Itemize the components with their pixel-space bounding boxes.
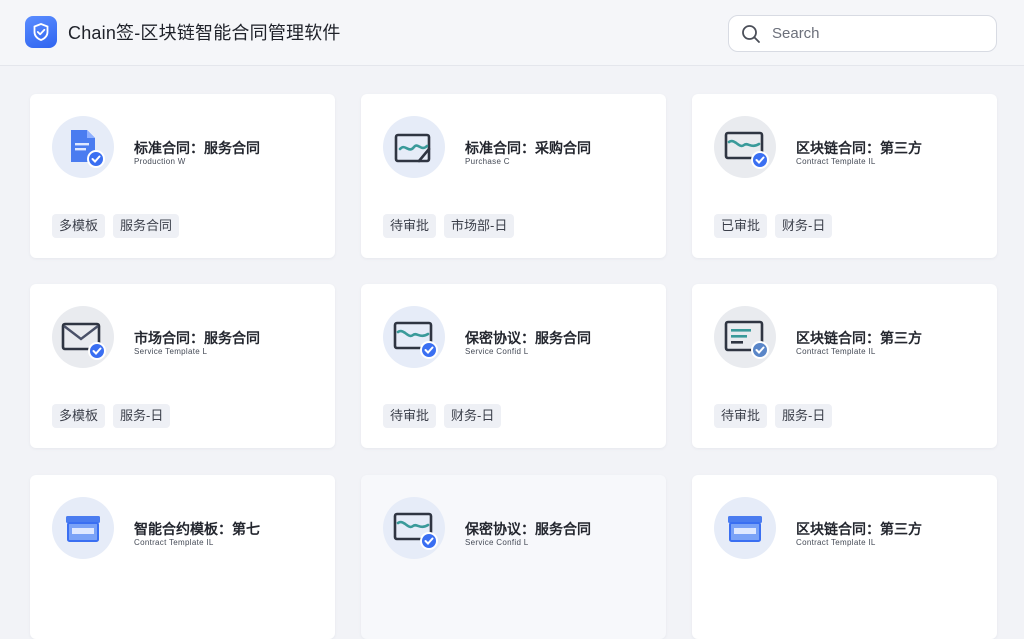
card-title: 标准合同：服务合同: [134, 140, 260, 156]
contract-signature-icon: [383, 116, 445, 178]
card-subtitle: Contract Template IL: [796, 347, 876, 356]
card-tag[interactable]: 服务-日: [775, 404, 833, 428]
card-subtitle: Service Confid L: [465, 538, 529, 547]
card-tags: 待审批 财务-日: [383, 404, 502, 428]
app-title: Chain签-区块链智能合同管理软件: [68, 23, 341, 43]
card-title: 智能合约模板：第七: [134, 521, 260, 537]
contract-card[interactable]: 区块链合同：第三方 Contract Template IL: [692, 475, 997, 639]
card-subtitle: Service Template L: [134, 347, 208, 356]
contract-card[interactable]: 保密协议：服务合同 Service Confid L: [361, 475, 666, 639]
card-title: 区块链合同：第三方: [796, 140, 922, 156]
app-header: Chain签-区块链智能合同管理软件: [0, 0, 1024, 66]
contract-card[interactable]: 区块链合同：第三方 Contract Template IL 待审批 服务-日: [692, 284, 997, 448]
contract-verified-icon: [383, 497, 445, 559]
card-tags: 多模板 服务-日: [52, 404, 171, 428]
card-title: 区块链合同：第三方: [796, 330, 922, 346]
card-tag[interactable]: 多模板: [52, 214, 106, 238]
contract-card[interactable]: 标准合同：采购合同 Purchase C 待审批 市场部-日: [361, 94, 666, 258]
card-tag[interactable]: 财务-日: [775, 214, 833, 238]
card-tags: 已审批 财务-日: [714, 214, 833, 238]
card-subtitle: Contract Template IL: [796, 538, 876, 547]
card-title: 市场合同：服务合同: [134, 330, 260, 346]
list-verified-icon: [714, 306, 776, 368]
card-tag[interactable]: 待审批: [383, 404, 437, 428]
card-tags: 待审批 服务-日: [714, 404, 833, 428]
search-box[interactable]: [728, 15, 997, 52]
contract-verified-icon: [383, 306, 445, 368]
folder-box-icon: [52, 497, 114, 559]
card-title: 保密协议：服务合同: [465, 521, 591, 537]
card-subtitle: Contract Template IL: [134, 538, 214, 547]
contract-verified-icon: [714, 116, 776, 178]
card-tag[interactable]: 服务合同: [113, 214, 180, 238]
card-tag[interactable]: 市场部-日: [444, 214, 515, 238]
card-tag[interactable]: 已审批: [714, 214, 768, 238]
folder-box-icon: [714, 497, 776, 559]
shield-check-icon[interactable]: [25, 16, 57, 48]
search-input[interactable]: [770, 24, 974, 43]
card-title: 保密协议：服务合同: [465, 330, 591, 346]
card-tag[interactable]: 待审批: [383, 214, 437, 238]
contract-card[interactable]: 市场合同：服务合同 Service Template L 多模板 服务-日: [30, 284, 335, 448]
card-title: 标准合同：采购合同: [465, 140, 591, 156]
card-tags: 多模板 服务合同: [52, 214, 180, 238]
search-icon: [740, 23, 762, 45]
card-subtitle: Contract Template IL: [796, 157, 876, 166]
card-subtitle: Purchase C: [465, 157, 510, 166]
contract-card[interactable]: 区块链合同：第三方 Contract Template IL 已审批 财务-日: [692, 94, 997, 258]
card-tags: 待审批 市场部-日: [383, 214, 515, 238]
contract-card[interactable]: 标准合同：服务合同 Production W 多模板 服务合同: [30, 94, 335, 258]
card-subtitle: Production W: [134, 157, 186, 166]
card-tag[interactable]: 待审批: [714, 404, 768, 428]
card-tag[interactable]: 财务-日: [444, 404, 502, 428]
card-tag[interactable]: 服务-日: [113, 404, 171, 428]
envelope-verified-icon: [52, 306, 114, 368]
contract-card[interactable]: 智能合约模板：第七 Contract Template IL: [30, 475, 335, 639]
card-tag[interactable]: 多模板: [52, 404, 106, 428]
document-verified-icon: [52, 116, 114, 178]
card-subtitle: Service Confid L: [465, 347, 529, 356]
card-title: 区块链合同：第三方: [796, 521, 922, 537]
contract-card[interactable]: 保密协议：服务合同 Service Confid L 待审批 财务-日: [361, 284, 666, 448]
